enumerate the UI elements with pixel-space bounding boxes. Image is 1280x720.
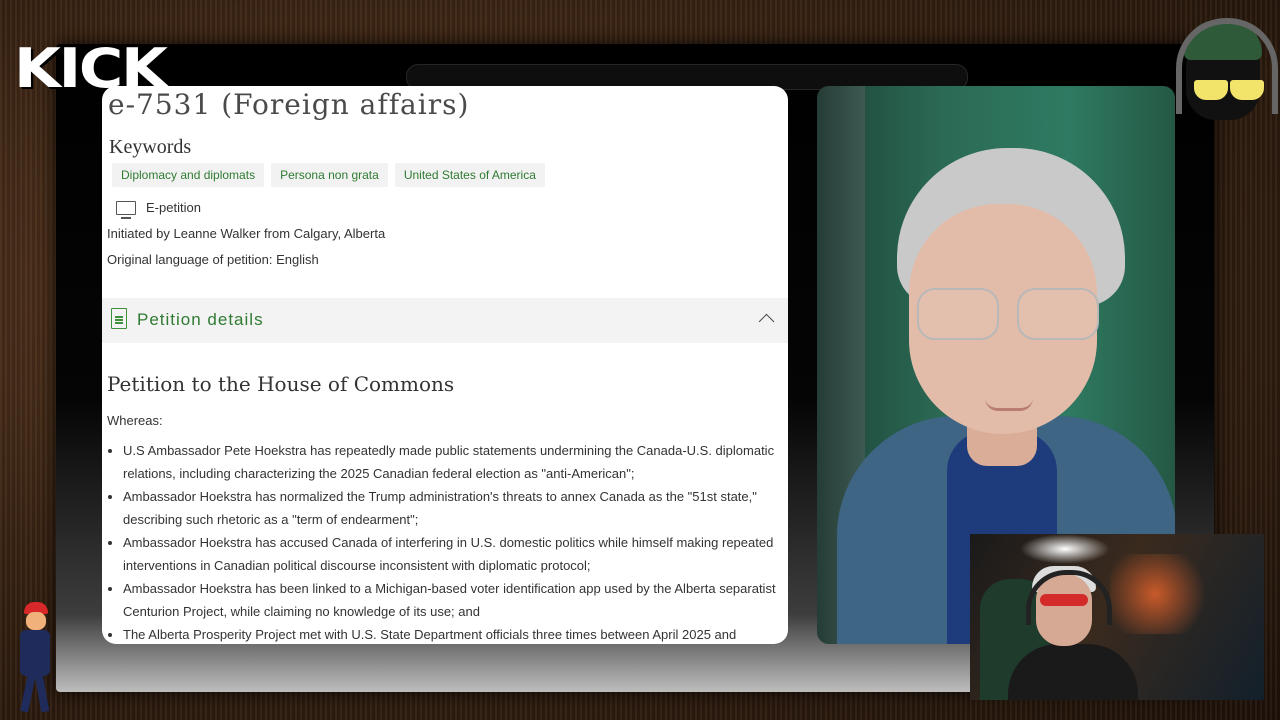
e-petition-label: E-petition — [146, 200, 201, 215]
computer-icon — [116, 200, 136, 219]
webcam-light — [1020, 534, 1110, 564]
streamer-avatar — [1174, 10, 1278, 140]
e-petition-type: E-petition — [116, 200, 201, 219]
original-language: Original language of petition: English — [107, 252, 319, 267]
keyword-tag[interactable]: Persona non grata — [271, 163, 388, 187]
speaker-mouth — [985, 398, 1033, 411]
walking-figure-sticker — [12, 602, 58, 716]
keywords-heading: Keywords — [109, 136, 192, 158]
avatar-glasses-left — [1194, 80, 1228, 100]
initiated-by: Initiated by Leanne Walker from Calgary,… — [107, 226, 386, 241]
petition-title: e-7531 (Foreign affairs) — [108, 88, 470, 121]
figure-face — [26, 612, 46, 630]
chevron-up-icon[interactable] — [758, 313, 775, 330]
figure-suit — [20, 630, 50, 676]
petition-heading: Petition to the House of Commons — [107, 372, 455, 396]
petition-document: e-7531 (Foreign affairs) Keywords Diplom… — [102, 86, 788, 644]
petition-clause: The Alberta Prosperity Project met with … — [123, 623, 788, 644]
figure-leg — [20, 673, 36, 713]
keyword-list: Diplomacy and diplomats Persona non grat… — [112, 163, 545, 187]
keyword-tag[interactable]: United States of America — [394, 163, 545, 187]
avatar-headphones — [1176, 18, 1278, 114]
petition-clause: Ambassador Hoekstra has accused Canada o… — [123, 531, 788, 577]
document-icon — [111, 308, 127, 329]
glasses-right-lens — [1017, 288, 1099, 340]
petition-clause: Ambassador Hoekstra has normalized the T… — [123, 485, 788, 531]
petition-clauses: U.S Ambassador Pete Hoekstra has repeate… — [107, 439, 788, 644]
whereas-label: Whereas: — [107, 413, 163, 428]
figure-leg — [34, 673, 50, 713]
glasses-left-lens — [917, 288, 999, 340]
petition-details-toggle[interactable]: Petition details — [102, 298, 788, 343]
keyword-tag[interactable]: Diplomacy and diplomats — [112, 163, 265, 187]
petition-clause: U.S Ambassador Pete Hoekstra has repeate… — [123, 439, 788, 485]
petition-clause: Ambassador Hoekstra has been linked to a… — [123, 577, 788, 623]
avatar-glasses-right — [1230, 80, 1264, 100]
streamer-webcam — [970, 534, 1264, 700]
petition-details-label: Petition details — [137, 310, 264, 329]
webcam-background-lights — [1110, 554, 1260, 634]
